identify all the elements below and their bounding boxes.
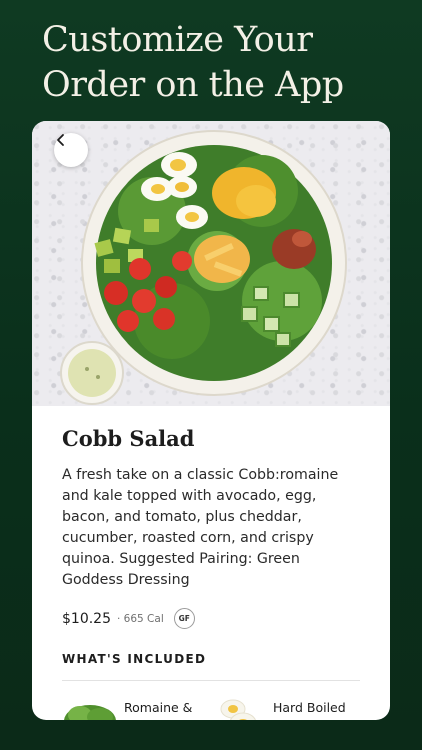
product-calories: · 665 Cal xyxy=(117,612,164,625)
gluten-free-badge: GF xyxy=(173,608,195,629)
product-card: Cobb Salad A fresh take on a classic Cob… xyxy=(32,121,390,720)
egg-icon xyxy=(220,699,256,720)
product-photo xyxy=(32,121,390,406)
included-item-romaine-kale[interactable]: Romaine & Kale xyxy=(62,693,211,720)
included-item-hard-boiled-egg[interactable]: Hard Boiled Egg xyxy=(211,693,360,720)
product-price: $10.25 xyxy=(62,610,111,627)
product-title: Cobb Salad xyxy=(62,426,195,451)
product-details: Cobb Salad A fresh take on a classic Cob… xyxy=(32,406,390,720)
included-item-label: Romaine & Kale xyxy=(124,700,193,720)
included-list: Romaine & Kale Hard Boiled Egg xyxy=(62,693,360,720)
salad-image xyxy=(60,130,347,405)
product-meta: $10.25 · 665 Cal GF xyxy=(62,608,360,629)
product-description: A fresh take on a classic Cobb:romaine a… xyxy=(62,467,339,588)
chevron-left-icon xyxy=(57,134,64,146)
page-headline: Customize Your Order on the App xyxy=(42,20,344,105)
divider xyxy=(62,680,360,681)
included-section-label: WHAT'S INCLUDED xyxy=(62,652,207,666)
included-item-label: Hard Boiled Egg xyxy=(273,700,346,720)
back-button[interactable] xyxy=(54,133,88,167)
greens-icon xyxy=(64,705,116,720)
